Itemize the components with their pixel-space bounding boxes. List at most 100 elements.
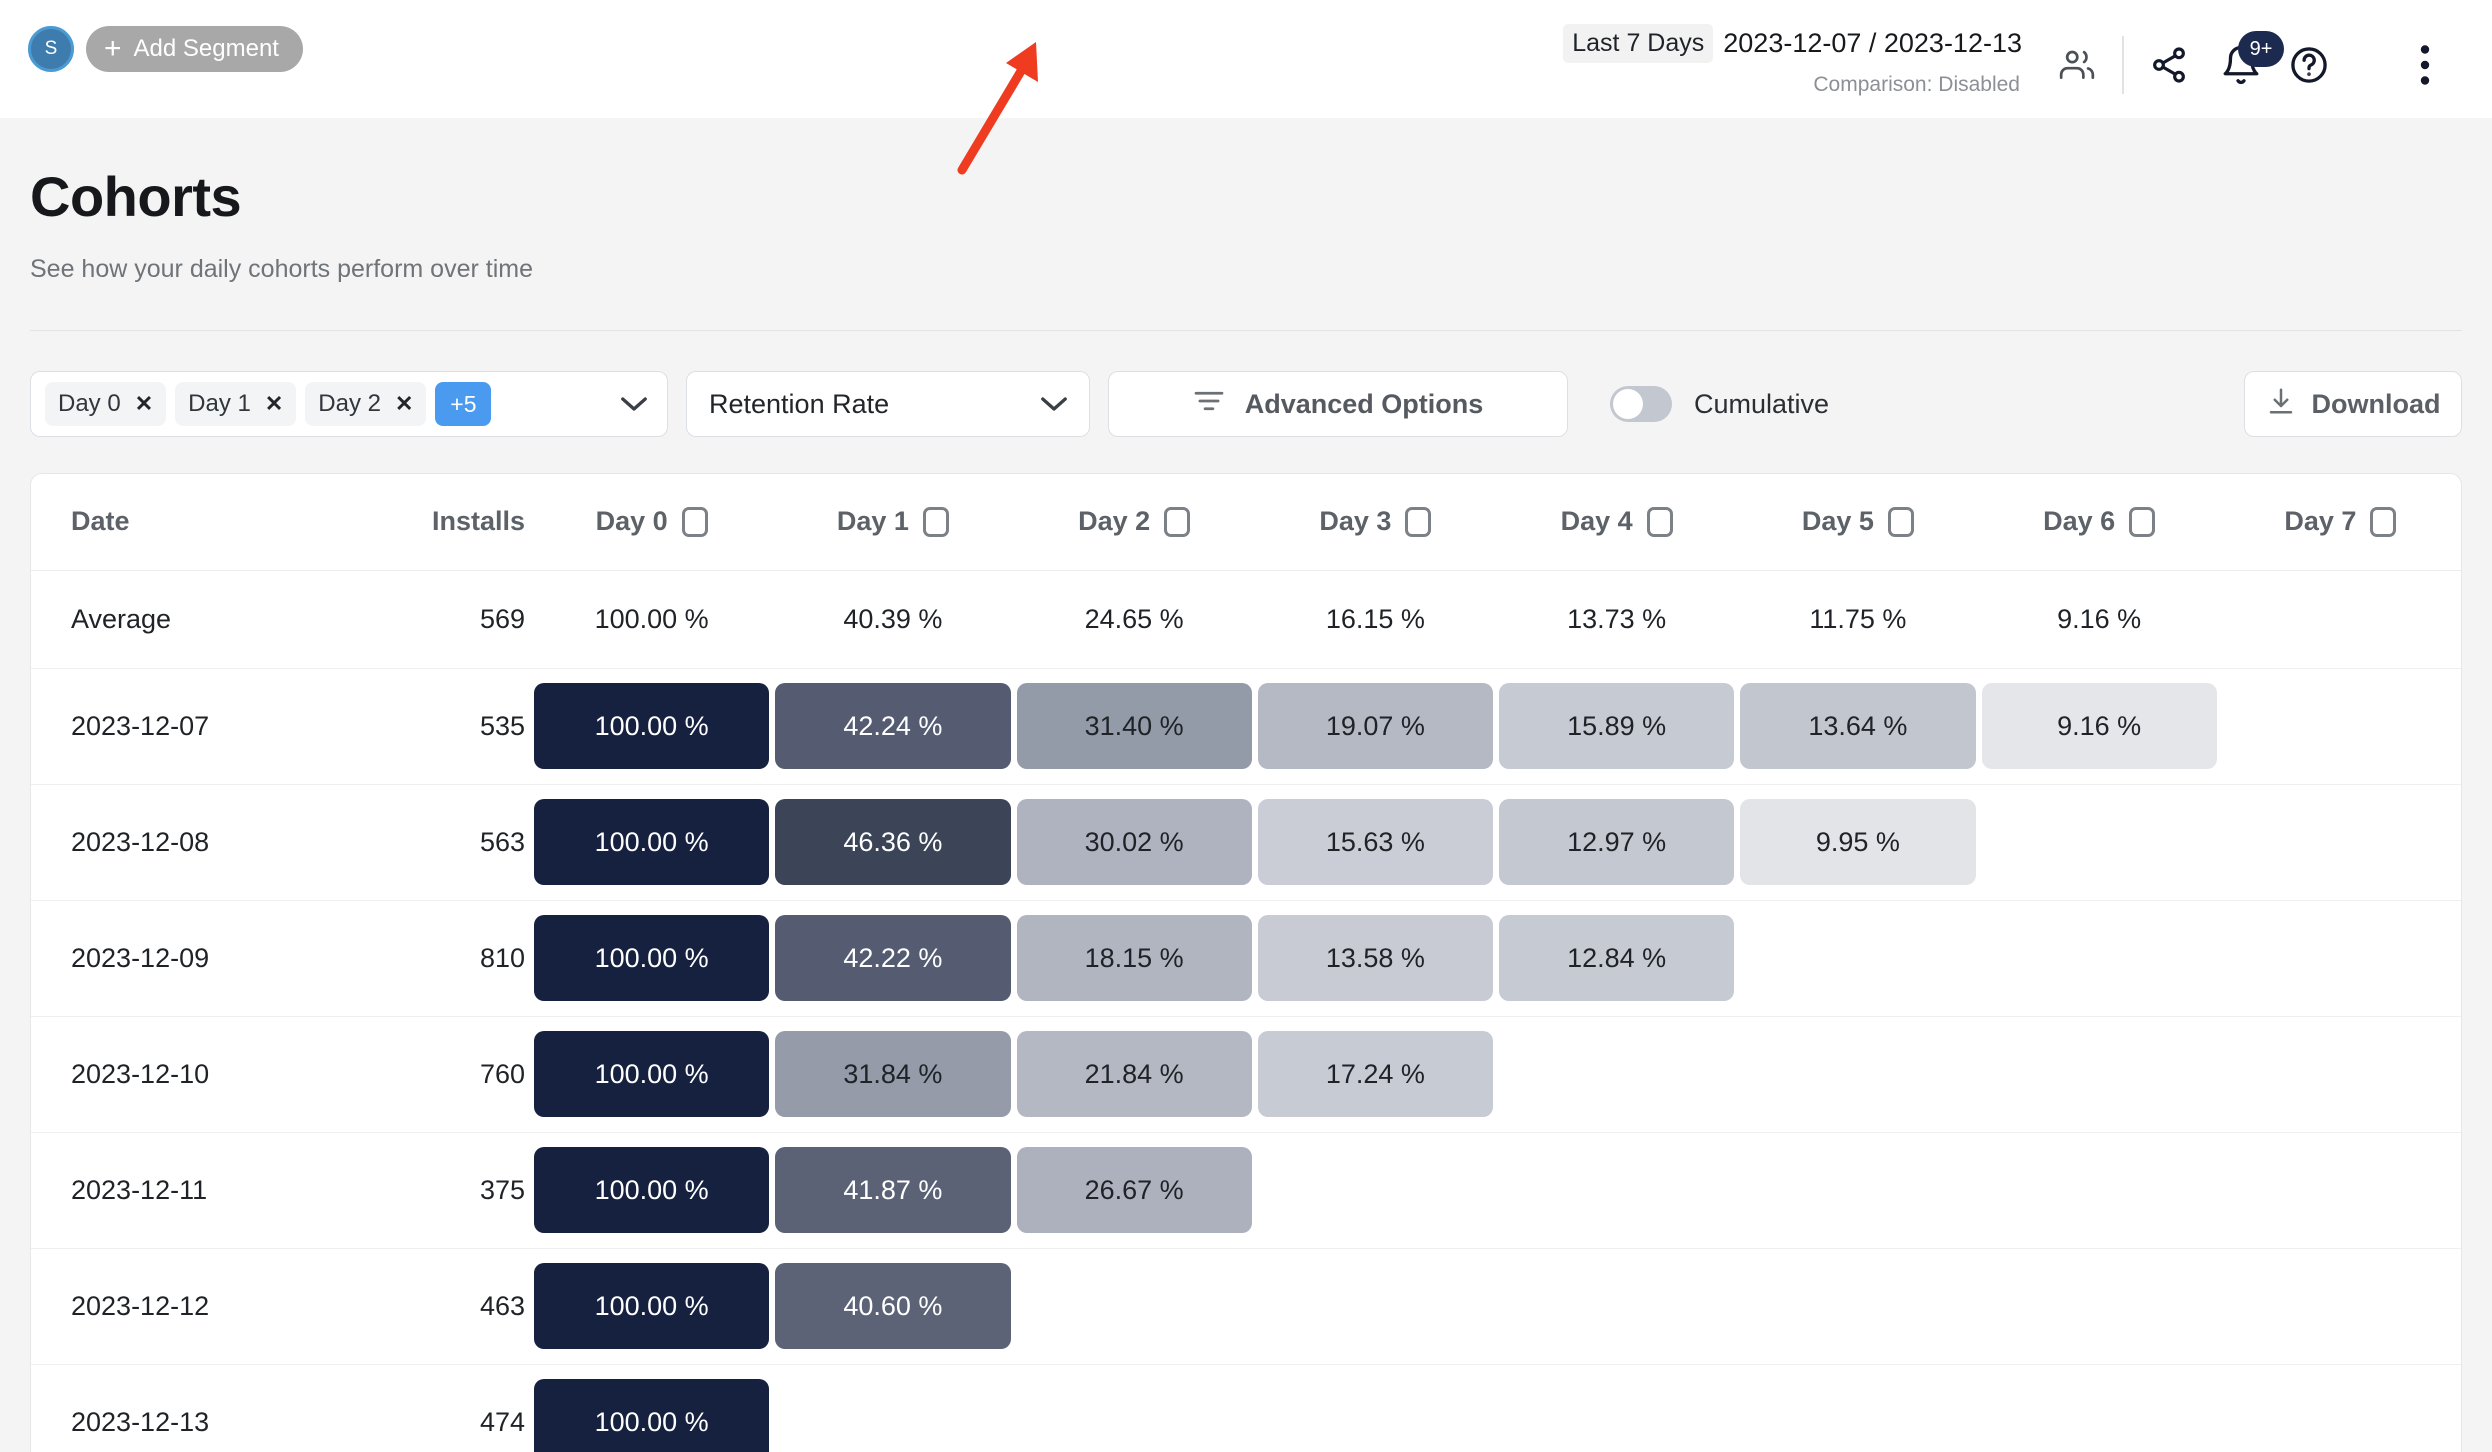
retention-cell-day-0[interactable]: 100.00 %	[531, 1364, 772, 1452]
average-cell-day-7	[2220, 570, 2461, 668]
retention-cell-day-1[interactable]: 42.22 %	[772, 900, 1013, 1016]
advanced-options-button[interactable]: Advanced Options	[1108, 371, 1568, 437]
retention-cell-day-3[interactable]: 13.58 %	[1255, 900, 1496, 1016]
column-header-day-3[interactable]: Day 3	[1254, 474, 1496, 571]
chip-remove-icon[interactable]: ✕	[395, 391, 413, 417]
chevron-down-icon[interactable]	[1039, 394, 1069, 414]
metric-select-value: Retention Rate	[709, 388, 890, 419]
table-row: 2023-12-11 375 100.00 % 41.87 % 26.67 %	[31, 1132, 2461, 1248]
chip-remove-icon[interactable]: ✕	[135, 391, 153, 417]
retention-cell-empty-day-6	[1979, 1364, 2220, 1452]
people-icon[interactable]	[2048, 36, 2106, 94]
day-chips-select[interactable]: Day 0 ✕ Day 1 ✕ Day 2 ✕ +5	[30, 371, 668, 437]
retention-cell-day-2[interactable]: 21.84 %	[1014, 1016, 1255, 1132]
chip-day-2[interactable]: Day 2 ✕	[305, 382, 427, 426]
column-header-day-6[interactable]: Day 6	[1978, 474, 2220, 571]
date-range-line: Last 7 Days 2023-12-07 / 2023-12-13	[1563, 24, 2022, 63]
retention-cell-empty-day-5	[1737, 900, 1978, 1016]
chip-label: Day 0	[58, 390, 121, 417]
column-header-day-0[interactable]: Day 0	[531, 474, 773, 571]
table-body: Average 569 100.00 % 40.39 % 24.65 % 16.15 % 1…	[31, 570, 2461, 1452]
column-header-day-7[interactable]: Day 7	[2219, 474, 2461, 571]
date-range-value[interactable]: 2023-12-07 / 2023-12-13	[1723, 28, 2022, 59]
retention-cell-empty-day-7	[2220, 900, 2461, 1016]
retention-cell-day-1[interactable]: 41.87 %	[772, 1132, 1013, 1248]
retention-cell-day-1[interactable]: 42.24 %	[772, 668, 1013, 784]
retention-cell-day-1[interactable]: 31.84 %	[772, 1016, 1013, 1132]
download-button[interactable]: Download	[2244, 371, 2462, 437]
average-cell-day-2: 24.65 %	[1084, 603, 1184, 634]
retention-cell-day-5[interactable]: 13.64 %	[1737, 668, 1978, 784]
kebab-menu-icon[interactable]	[2396, 36, 2454, 94]
column-label: Day 7	[2284, 506, 2357, 537]
avatar[interactable]: S	[28, 26, 74, 72]
cumulative-toggle[interactable]: Cumulative	[1610, 386, 1829, 422]
cell-value: 31.40 %	[1016, 683, 1252, 769]
cumulative-switch[interactable]	[1610, 386, 1672, 422]
share-icon[interactable]	[2140, 36, 2198, 94]
column-checkbox-day-4[interactable]	[1646, 506, 1673, 537]
retention-cell-empty-day-6	[1979, 1248, 2220, 1364]
add-segment-button[interactable]: + Add Segment	[86, 26, 303, 72]
bell-icon[interactable]: 9+	[2212, 31, 2284, 94]
retention-cell-day-4[interactable]: 15.89 %	[1496, 668, 1737, 784]
column-header-date[interactable]: Date	[31, 474, 321, 571]
retention-cell-day-2[interactable]: 18.15 %	[1014, 900, 1255, 1016]
retention-cell-day-1[interactable]: 46.36 %	[772, 784, 1013, 900]
column-checkbox-day-7[interactable]	[2370, 506, 2397, 537]
date-range-preset[interactable]: Last 7 Days	[1563, 24, 1714, 63]
column-checkbox-day-1[interactable]	[922, 506, 949, 537]
retention-cell-day-6[interactable]: 9.16 %	[1979, 668, 2220, 784]
cell-value: 21.84 %	[1016, 1031, 1252, 1117]
column-checkbox-day-5[interactable]	[1887, 506, 1914, 537]
retention-cell-day-0[interactable]: 100.00 %	[531, 1132, 772, 1248]
cell-value: 13.64 %	[1740, 683, 1976, 769]
cell-value: 100.00 %	[534, 915, 770, 1001]
top-bar: S + Add Segment Last 7 Days 2023-12-07 /…	[0, 0, 2492, 175]
retention-cell-day-2[interactable]: 31.40 %	[1014, 668, 1255, 784]
cell-value: 100.00 %	[534, 683, 770, 769]
chip-day-1[interactable]: Day 1 ✕	[175, 382, 297, 426]
column-checkbox-day-0[interactable]	[681, 506, 708, 537]
column-header-day-2[interactable]: Day 2	[1013, 474, 1255, 571]
retention-cell-day-2[interactable]: 26.67 %	[1014, 1132, 1255, 1248]
download-label: Download	[2311, 388, 2441, 419]
metric-select[interactable]: Retention Rate	[686, 371, 1090, 437]
column-header-installs[interactable]: Installs	[321, 474, 531, 571]
chip-overflow-count[interactable]: +5	[435, 382, 492, 426]
page-header: Cohorts See how your daily cohorts perfo…	[0, 118, 2492, 331]
column-checkbox-day-2[interactable]	[1164, 506, 1191, 537]
chevron-down-icon[interactable]	[619, 394, 649, 414]
retention-cell-day-0[interactable]: 100.00 %	[531, 784, 772, 900]
retention-cell-day-3[interactable]: 17.24 %	[1255, 1016, 1496, 1132]
cell-value: 18.15 %	[1016, 915, 1252, 1001]
retention-cell-day-4[interactable]: 12.97 %	[1496, 784, 1737, 900]
retention-cell-day-1[interactable]: 40.60 %	[772, 1248, 1013, 1364]
retention-cell-day-3[interactable]: 15.63 %	[1255, 784, 1496, 900]
row-installs: 569	[479, 603, 525, 634]
retention-cell-empty-day-7	[2220, 1364, 2461, 1452]
chip-day-0[interactable]: Day 0 ✕	[45, 382, 167, 426]
column-header-day-5[interactable]: Day 5	[1737, 474, 1979, 571]
cell-value: 12.97 %	[1499, 799, 1735, 885]
retention-cell-day-3[interactable]: 19.07 %	[1255, 668, 1496, 784]
column-checkbox-day-6[interactable]	[2129, 506, 2156, 537]
chip-remove-icon[interactable]: ✕	[265, 391, 283, 417]
retention-cell-day-0[interactable]: 100.00 %	[531, 900, 772, 1016]
row-installs: 474	[479, 1406, 525, 1437]
cell-value: 41.87 %	[775, 1147, 1011, 1233]
help-circle-icon[interactable]	[2280, 36, 2338, 94]
retention-cell-day-0[interactable]: 100.00 %	[531, 1016, 772, 1132]
column-header-day-4[interactable]: Day 4	[1496, 474, 1738, 571]
retention-cell-day-2[interactable]: 30.02 %	[1014, 784, 1255, 900]
row-date: 2023-12-13	[71, 1406, 210, 1437]
cohort-table: Date Installs Day 0 Day 1 Day 2 Day 3 Da…	[31, 474, 2461, 1452]
date-range-block: Last 7 Days 2023-12-07 / 2023-12-13 Comp…	[1563, 22, 2022, 97]
retention-cell-day-4[interactable]: 12.84 %	[1496, 900, 1737, 1016]
retention-cell-day-0[interactable]: 100.00 %	[531, 1248, 772, 1364]
retention-cell-day-5[interactable]: 9.95 %	[1737, 784, 1978, 900]
retention-cell-empty-day-5	[1737, 1132, 1978, 1248]
column-header-day-1[interactable]: Day 1	[772, 474, 1014, 571]
retention-cell-day-0[interactable]: 100.00 %	[531, 668, 772, 784]
column-checkbox-day-3[interactable]	[1405, 506, 1432, 537]
